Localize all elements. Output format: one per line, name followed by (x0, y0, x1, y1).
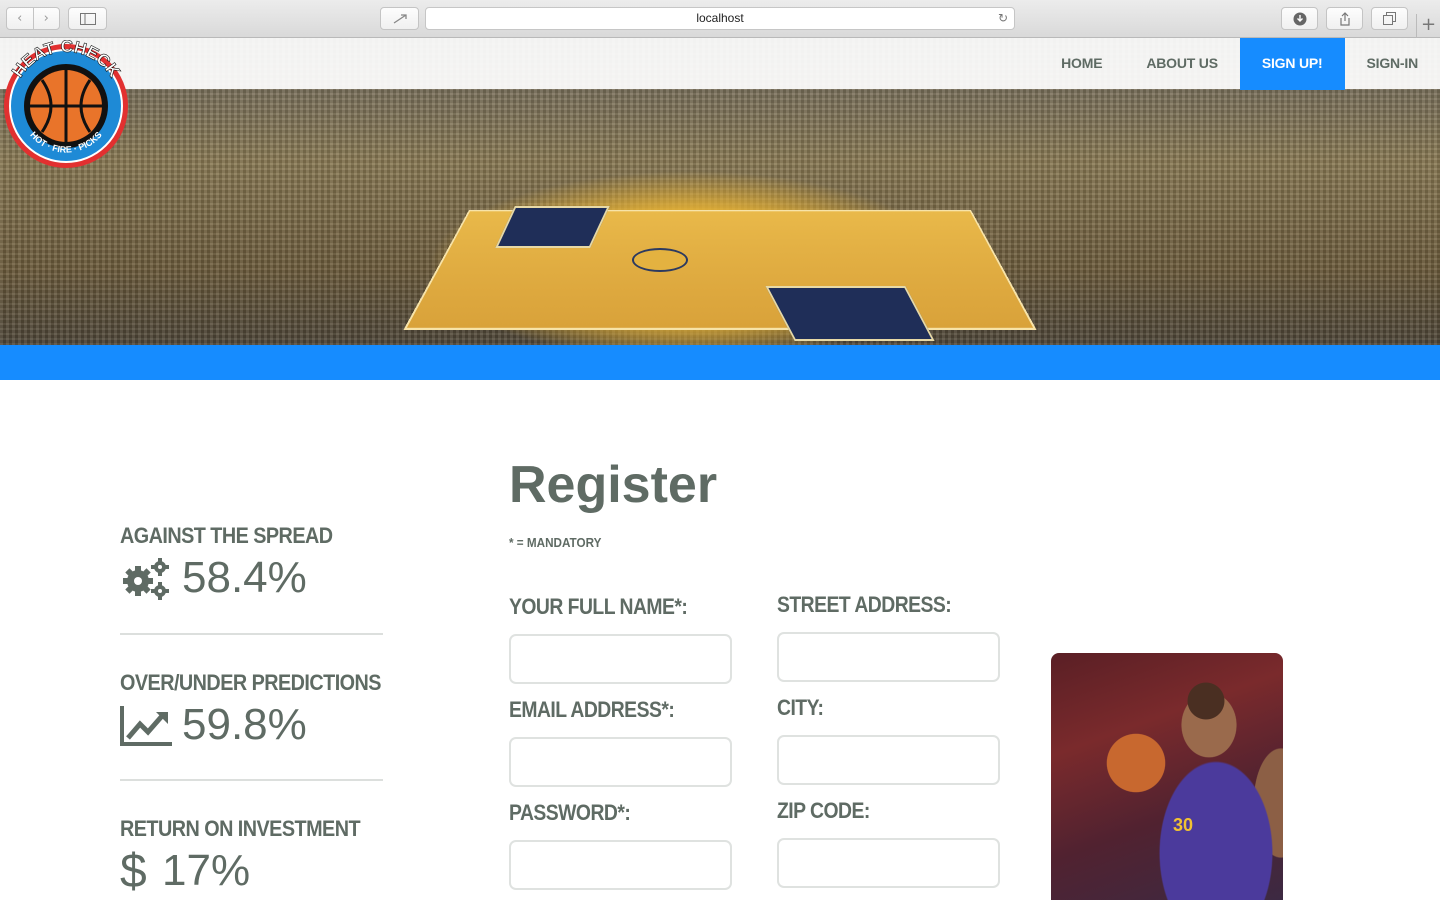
mandatory-note: * = MANDATORY (509, 535, 602, 550)
nav-about-us[interactable]: ABOUT US (1124, 38, 1240, 90)
url-text: localhost (696, 11, 744, 25)
zip-code-label: ZIP CODE: (777, 798, 870, 823)
nav-sign-up[interactable]: SIGN UP! (1239, 38, 1345, 90)
page-title: Register (509, 456, 718, 514)
stat-label: OVER/UNDER PREDICTIONS (120, 670, 381, 695)
download-icon[interactable] (1281, 7, 1318, 30)
street-address-input[interactable] (777, 632, 1000, 682)
player-photo (1051, 653, 1283, 900)
reload-icon[interactable]: ↻ (998, 8, 1008, 29)
email-input[interactable] (509, 737, 732, 787)
chevron-left-icon[interactable]: ‹ (7, 8, 33, 29)
plus-icon[interactable]: + (1416, 14, 1440, 38)
stat-label: AGAINST THE SPREAD (120, 523, 333, 548)
divider (120, 633, 383, 635)
password-label: PASSWORD*: (509, 800, 631, 825)
nav-home[interactable]: HOME (1039, 38, 1124, 90)
hero-arena-image: HOME ABOUT US SIGN UP! SIGN-IN (0, 38, 1440, 345)
stat-value: 58.4% (182, 553, 307, 602)
trend-chart-icon (120, 702, 172, 748)
court-center-circle (632, 248, 688, 272)
stat-roi: RETURN ON INVESTMENT $ 17% (120, 816, 383, 898)
tabs-icon[interactable] (1371, 7, 1408, 30)
stat-label: RETURN ON INVESTMENT (120, 816, 361, 841)
browser-toolbar: ‹ › localhost ↻ + (0, 0, 1440, 38)
history-buttons: ‹ › (6, 7, 60, 30)
gears-icon (120, 555, 172, 601)
stat-over-under: OVER/UNDER PREDICTIONS 59.8% (120, 670, 383, 750)
stat-value-row: 59.8% (120, 700, 383, 750)
stat-value: 59.8% (182, 700, 307, 749)
divider (120, 779, 383, 781)
street-address-label: STREET ADDRESS: (777, 592, 952, 617)
share-icon[interactable] (1326, 7, 1363, 30)
jersey-number: 30 (1173, 815, 1194, 835)
email-label: EMAIL ADDRESS*: (509, 697, 675, 722)
stat-against-spread: AGAINST THE SPREAD 58.4% (120, 523, 383, 603)
full-name-input[interactable] (509, 634, 732, 684)
zip-code-input[interactable] (777, 838, 1000, 888)
reader-icon[interactable] (380, 7, 419, 30)
blue-band (0, 345, 1440, 380)
court-paint-right (765, 286, 935, 341)
stat-value-row: $ 17% (120, 844, 383, 898)
stat-value: 17% (162, 846, 251, 895)
sidebar-icon[interactable] (68, 7, 107, 30)
heat-check-logo[interactable]: HEAT CHECK HOT · FIRE · PICKS (0, 40, 132, 168)
main-nav: HOME ABOUT US SIGN UP! SIGN-IN (1039, 38, 1440, 90)
dollar-icon: $ (120, 844, 147, 898)
password-input[interactable] (509, 840, 732, 890)
full-name-label: YOUR FULL NAME*: (509, 594, 688, 619)
court-graphic (403, 210, 1037, 330)
chevron-right-icon[interactable]: › (32, 8, 60, 29)
city-input[interactable] (777, 735, 1000, 785)
url-bar[interactable]: localhost ↻ (425, 7, 1015, 30)
court-paint-left (495, 206, 610, 248)
stat-value-row: 58.4% (120, 553, 383, 603)
nav-sign-in[interactable]: SIGN-IN (1345, 38, 1440, 90)
city-label: CITY: (777, 695, 824, 720)
